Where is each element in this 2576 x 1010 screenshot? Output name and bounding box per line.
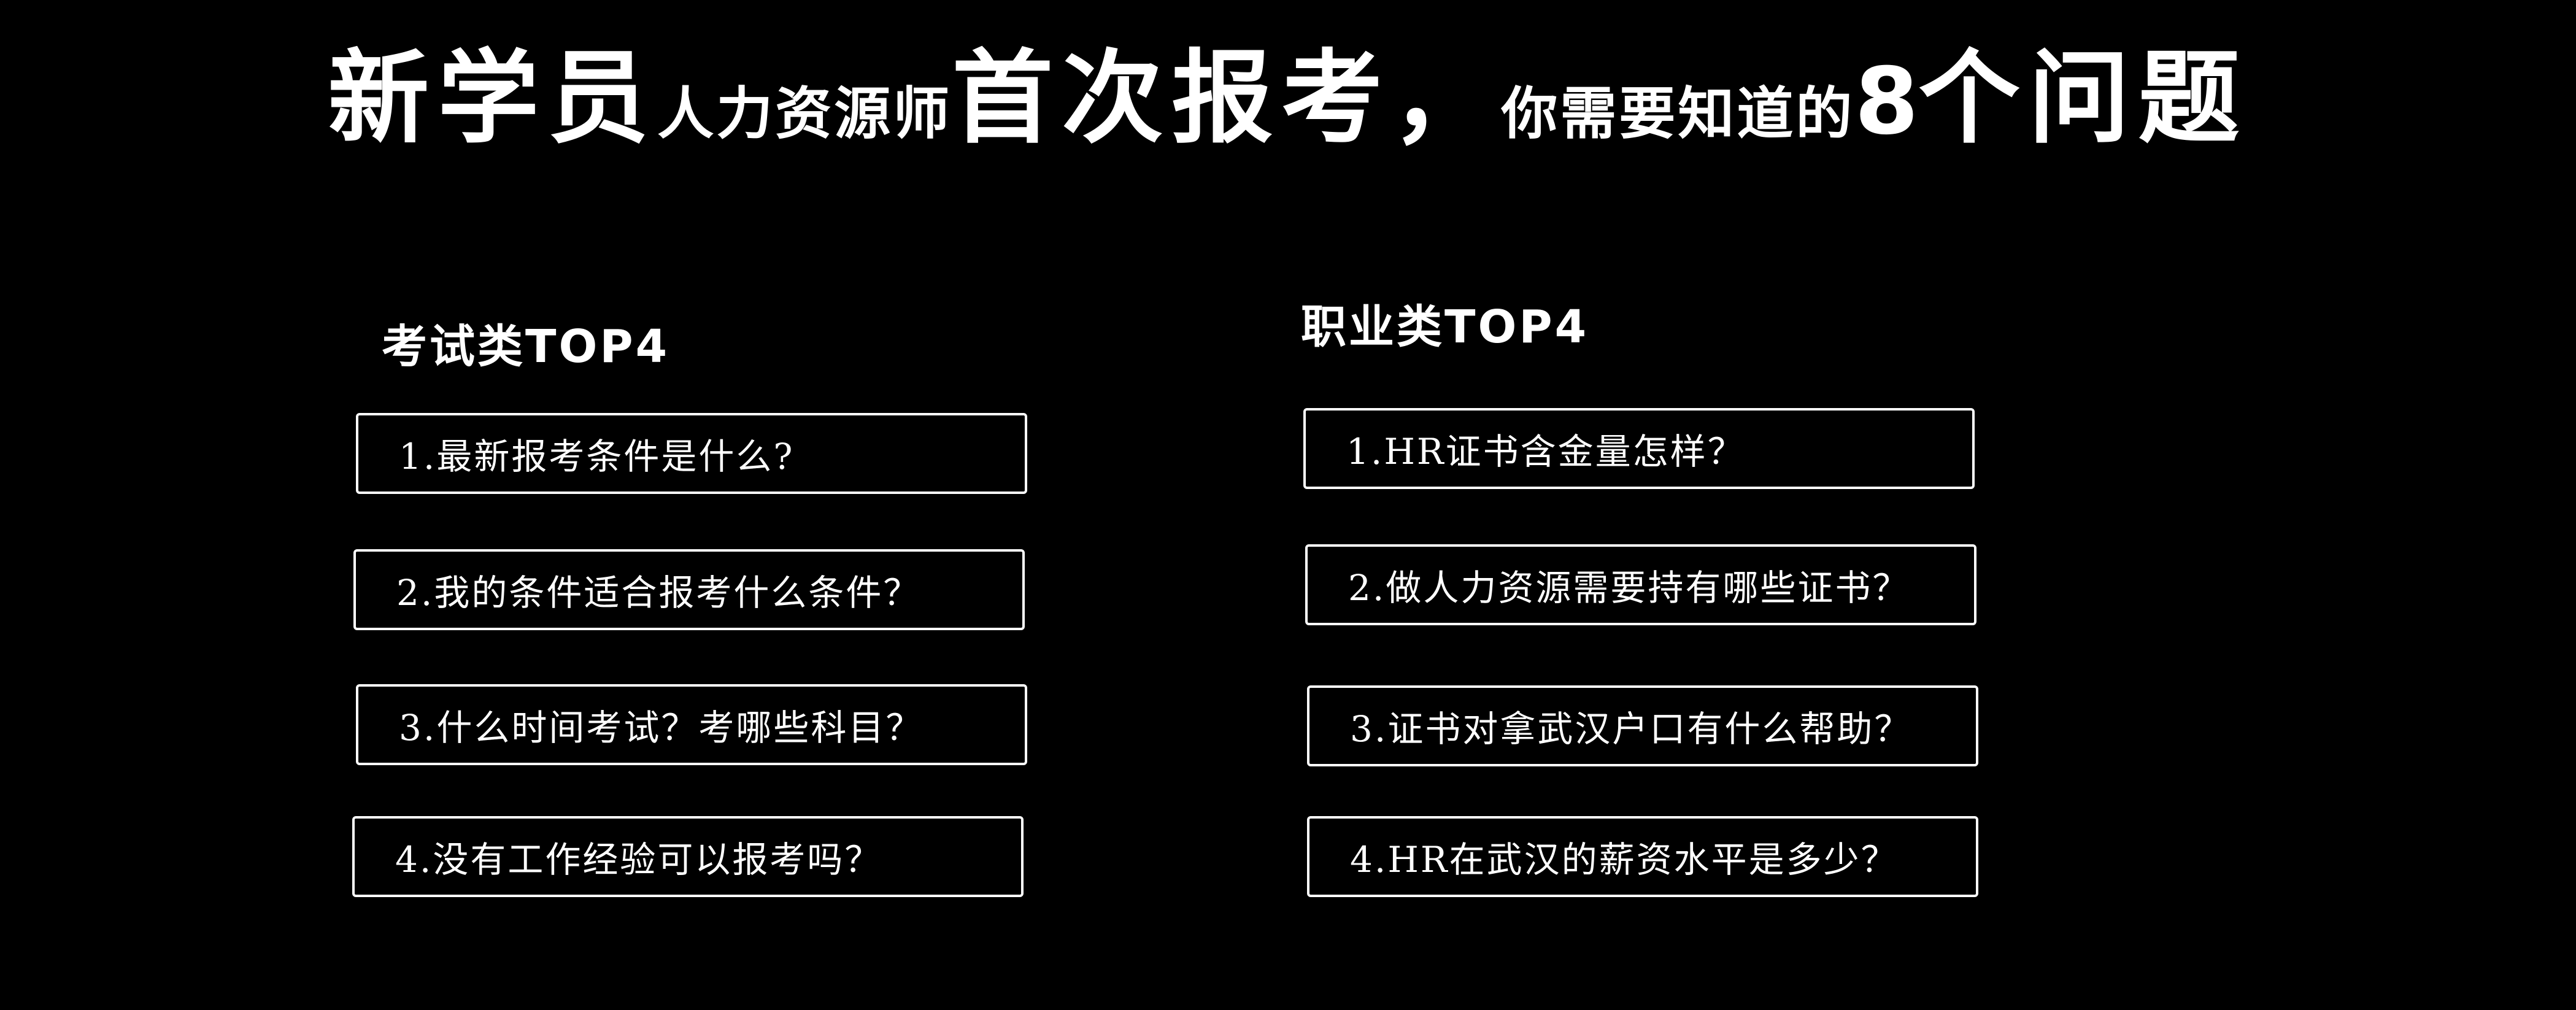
title-part-2: 人力资源师 [657,81,952,147]
exam-column-heading: 考试类TOP4 [382,320,670,373]
question-text: 3.什么时间考试？考哪些科目？ [399,707,924,749]
exam-question-1[interactable]: 1.最新报考条件是什么? [356,413,1027,494]
title-part-6: 个问题 [1918,39,2248,157]
question-text: 2.做人力资源需要持有哪些证书？ [1348,567,1910,609]
title-part-1: 新学员 [328,39,658,157]
question-text: 2.我的条件适合报考什么条件？ [396,572,921,614]
career-question-2[interactable]: 2.做人力资源需要持有哪些证书？ [1305,544,1976,625]
career-column-heading: 职业类TOP4 [1301,301,1589,353]
title-part-5: 8 [1854,48,1919,155]
exam-question-2[interactable]: 2.我的条件适合报考什么条件？ [353,549,1025,630]
question-text: 3.证书对拿武汉户口有什么帮助？ [1350,708,1912,750]
question-text: 1.最新报考条件是什么? [399,436,795,477]
title-part-4: 你需要知道的 [1501,81,1855,147]
question-text: 4.没有工作经验可以报考吗？ [395,839,882,881]
exam-question-4[interactable]: 4.没有工作经验可以报考吗？ [352,816,1024,897]
career-question-1[interactable]: 1.HR证书含金量怎样？ [1303,408,1975,489]
exam-question-3[interactable]: 3.什么时间考试？考哪些科目？ [356,684,1027,765]
career-question-4[interactable]: 4.HR在武汉的薪资水平是多少？ [1307,816,1978,897]
poster: 新学员人力资源师首次报考，你需要知道的8个问题 考试类TOP4 1.最新报考条件… [0,0,2576,1010]
title-part-3: 首次报考， [952,39,1502,157]
question-text: 4.HR在武汉的薪资水平是多少？ [1350,839,1899,881]
question-text: 1.HR证书含金量怎样？ [1346,431,1745,472]
career-question-3[interactable]: 3.证书对拿武汉户口有什么帮助？ [1307,685,1978,766]
page-title: 新学员人力资源师首次报考，你需要知道的8个问题 [0,37,2576,160]
